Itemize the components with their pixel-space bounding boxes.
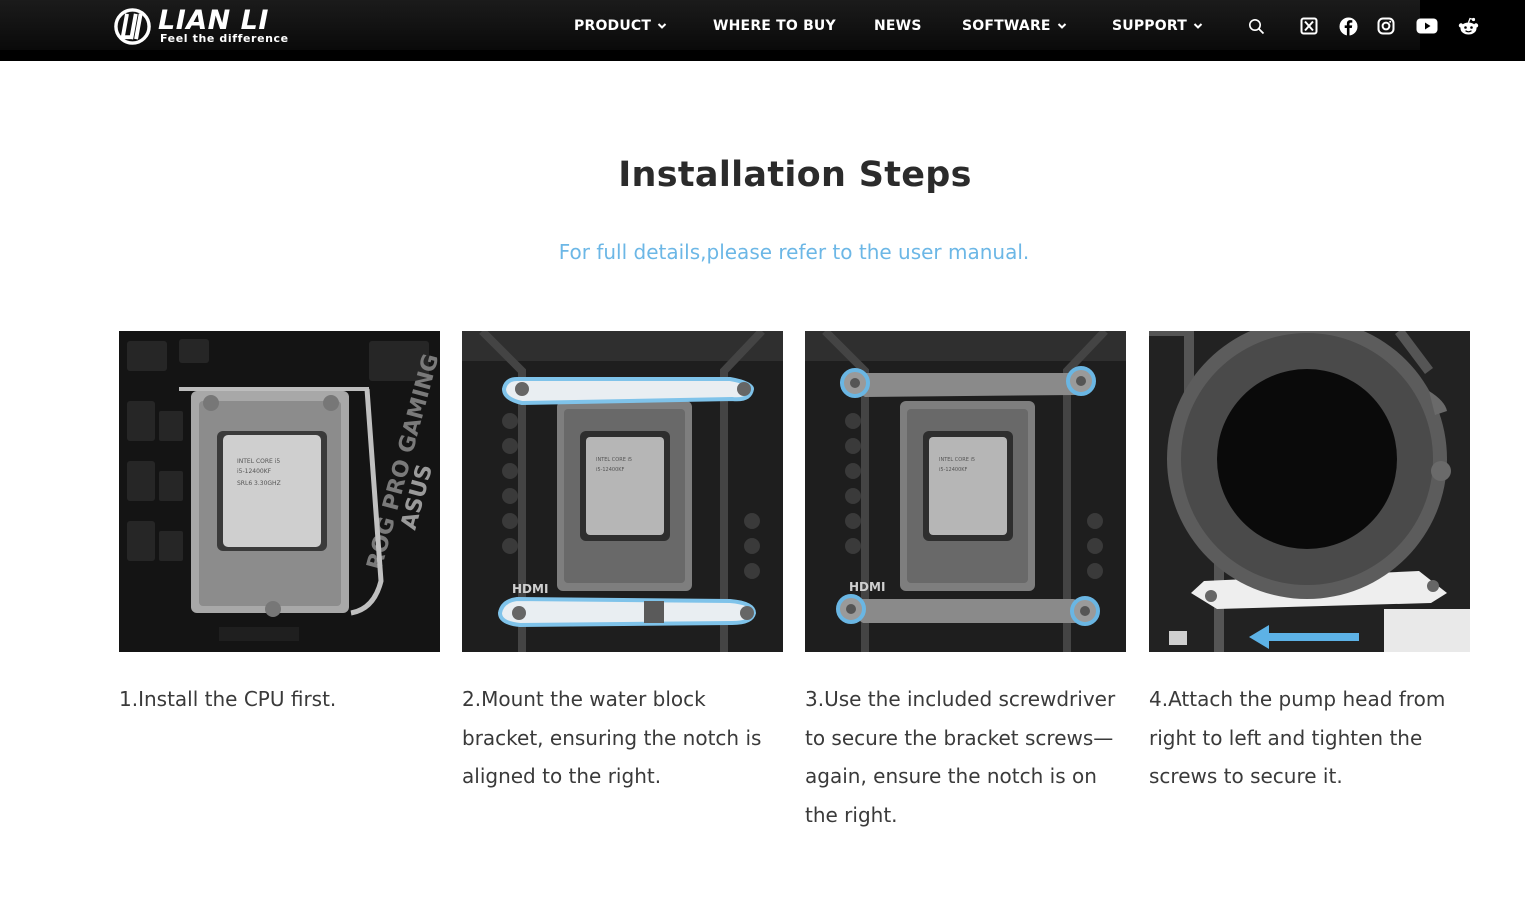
cpu-installed-image: ROG PRO GAMING ASUS INTEL CORE i5 i5-124… xyxy=(119,331,440,652)
bracket-mounted-image: INTEL CORE i5 i5-12400KF HDMI xyxy=(462,331,783,652)
svg-text:i5-12400KF: i5-12400KF xyxy=(237,468,272,475)
svg-text:INTEL CORE i5: INTEL CORE i5 xyxy=(237,458,280,465)
x-twitter-link[interactable] xyxy=(1299,16,1319,36)
nav-support-label: SUPPORT xyxy=(1112,18,1187,34)
brand-tagline: Feel the difference xyxy=(160,32,289,45)
youtube-link[interactable] xyxy=(1415,16,1439,36)
reddit-icon xyxy=(1458,17,1478,34)
x-twitter-icon xyxy=(1300,17,1318,35)
facebook-link[interactable] xyxy=(1338,16,1358,36)
facebook-icon xyxy=(1339,17,1357,35)
lian-li-logo-icon xyxy=(114,8,151,45)
brand-logo[interactable]: LIAN LI Feel the difference xyxy=(113,5,289,47)
step-card-2: INTEL CORE i5 i5-12400KF HDMI 2.Mount th… xyxy=(462,331,783,796)
svg-text:SRL6 3.30GHZ: SRL6 3.30GHZ xyxy=(237,480,281,487)
site-header: LIAN LI Feel the difference PRODUCT WHER… xyxy=(0,0,1525,61)
reddit-link[interactable] xyxy=(1456,16,1480,36)
nav-support[interactable]: SUPPORT xyxy=(1112,18,1203,34)
nav-software[interactable]: SOFTWARE xyxy=(962,18,1067,34)
nav-news-label: NEWS xyxy=(874,18,922,34)
step-3-text: 3.Use the included screwdriver to secure… xyxy=(805,687,1116,827)
step-2-text: 2.Mount the water block bracket, ensurin… xyxy=(462,687,762,788)
nav-software-label: SOFTWARE xyxy=(962,18,1051,34)
svg-text:HDMI: HDMI xyxy=(512,582,548,596)
search-icon xyxy=(1248,18,1264,34)
svg-text:HDMI: HDMI xyxy=(849,580,885,594)
step-card-4: 4.Attach the pump head from right to lef… xyxy=(1149,331,1470,796)
nav-news[interactable]: NEWS xyxy=(874,18,922,34)
nav-product-label: PRODUCT xyxy=(574,18,652,34)
svg-text:INTEL CORE i5: INTEL CORE i5 xyxy=(939,457,975,463)
bracket-screws-image: INTEL CORE i5 i5-12400KF HDMI xyxy=(805,331,1126,652)
user-manual-link[interactable]: For full details,please refer to the use… xyxy=(0,240,1525,264)
nav-where-to-buy[interactable]: WHERE TO BUY xyxy=(713,18,836,34)
svg-text:INTEL CORE i5: INTEL CORE i5 xyxy=(596,457,632,463)
step-1-text: 1.Install the CPU first. xyxy=(119,687,337,711)
nav-product[interactable]: PRODUCT xyxy=(574,18,667,34)
svg-text:i5-12400KF: i5-12400KF xyxy=(939,467,968,473)
chevron-down-icon xyxy=(657,23,667,29)
search-button[interactable] xyxy=(1246,16,1266,36)
pump-head-image xyxy=(1149,331,1470,652)
svg-text:i5-12400KF: i5-12400KF xyxy=(596,467,625,473)
step-card-1: ROG PRO GAMING ASUS INTEL CORE i5 i5-124… xyxy=(119,331,440,719)
nav-where-to-buy-label: WHERE TO BUY xyxy=(713,18,836,34)
chevron-down-icon xyxy=(1057,23,1066,29)
chevron-down-icon xyxy=(1193,23,1203,29)
youtube-icon xyxy=(1416,18,1438,34)
section-title: Installation Steps xyxy=(618,155,972,195)
instagram-icon xyxy=(1377,17,1395,35)
step-4-text: 4.Attach the pump head from right to lef… xyxy=(1149,687,1446,788)
step-card-3: INTEL CORE i5 i5-12400KF HDMI 3.Use the … xyxy=(805,331,1126,834)
instagram-link[interactable] xyxy=(1376,16,1396,36)
